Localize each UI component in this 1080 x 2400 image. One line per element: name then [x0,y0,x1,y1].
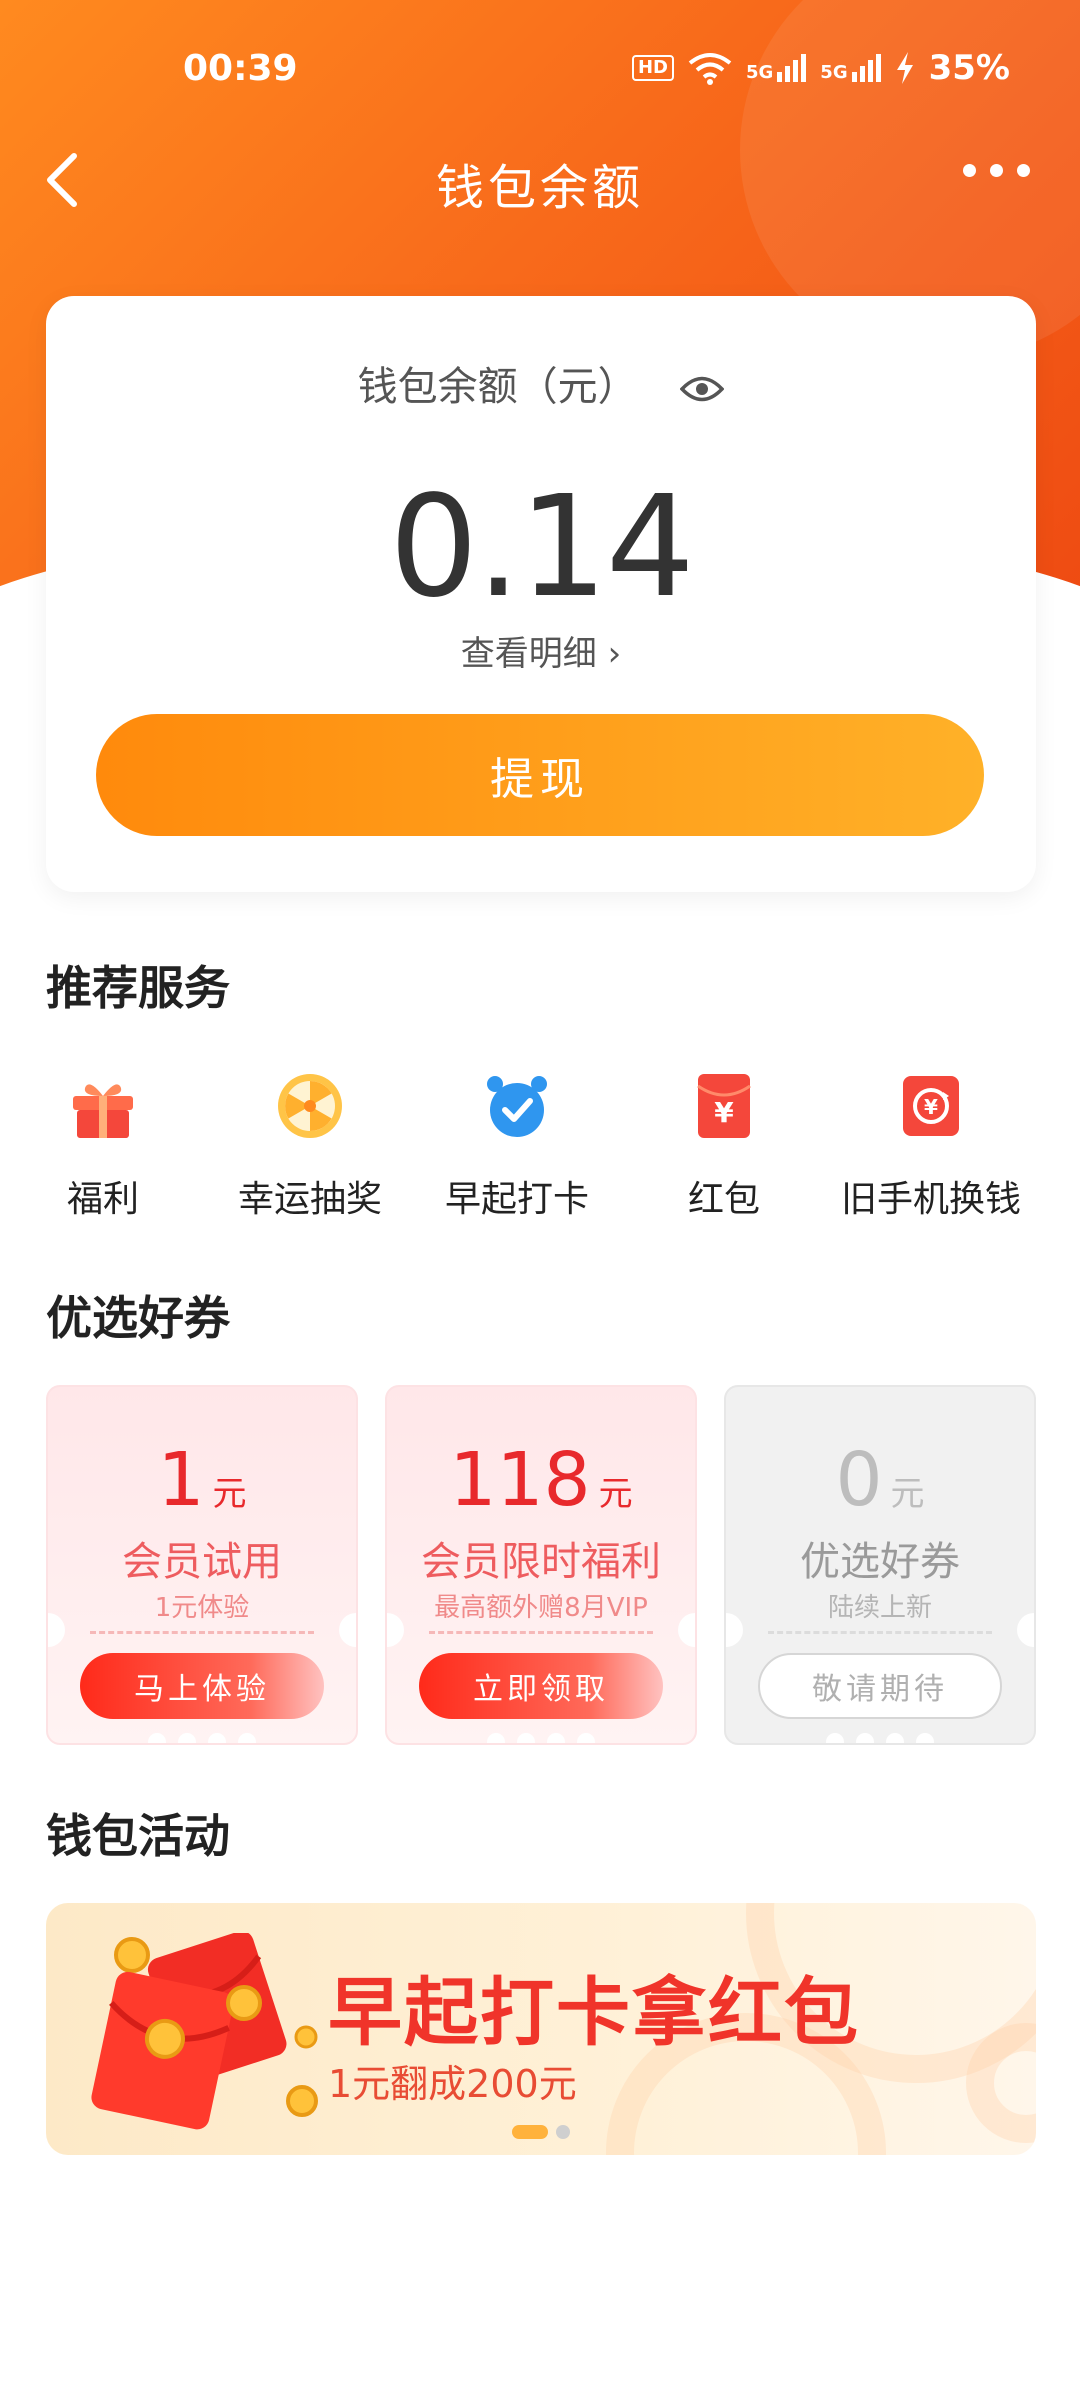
coupon-card[interactable]: 1元 会员试用 1元体验 马上体验 [46,1385,358,1745]
service-label: 早起打卡 [444,1179,589,1220]
signal-bars-1 [777,54,807,82]
gift-icon [73,1084,133,1138]
coupon-amount-row: 1元 [48,1437,356,1523]
wallet-balance-page: 00:39 HD 5G 5G 35% 钱包余额 钱包余额（元） 0.14 查看明… [0,0,1080,2400]
coupon-amount: 118 [449,1437,591,1523]
coupon-unit: 元 [890,1474,925,1514]
more-button[interactable] [963,164,1030,177]
coupon-divider [768,1631,992,1634]
activities-title: 钱包活动 [46,1809,230,1863]
alarm-clock-icon [487,1076,547,1137]
recommended-title: 推荐服务 [46,961,230,1015]
balance-card: 钱包余额（元） 0.14 查看明细 › 提现 [46,296,1036,892]
net-type-2: 5G [820,62,848,83]
coupon-name: 优选好券 [800,1539,960,1585]
coupon-edge-dots [148,1733,256,1743]
balance-label-row: 钱包余额（元） [46,354,1036,412]
coupon-amount-row: 0元 [726,1437,1034,1523]
coupon-card: 0元 优选好券 陆续上新 敬请期待 [724,1385,1036,1745]
coupon-divider [90,1631,314,1634]
more-dot-icon [1017,164,1030,177]
service-label: 幸运抽奖 [237,1179,382,1220]
coupons-title: 优选好券 [46,1291,230,1345]
service-item-lucky-draw[interactable]: 幸运抽奖 [200,1060,420,1222]
status-time: 00:39 [183,48,298,89]
coupon-edge-dots [826,1733,934,1743]
status-bar: 00:39 HD 5G 5G 35% [0,0,1080,140]
net-type-1: 5G [745,62,774,83]
try-now-button[interactable]: 马上体验 [80,1653,324,1719]
nav-bar: 钱包余额 [0,140,1080,230]
coupon-amount-row: 118 元 [387,1437,695,1523]
service-item-red-envelope[interactable]: ¥ 红包 [614,1060,834,1222]
coupon-name: 会员限时福利 [421,1539,661,1585]
charging-icon [896,52,913,84]
eye-icon[interactable] [680,374,725,404]
claim-now-button[interactable]: 立即领取 [419,1653,663,1719]
coupon-card[interactable]: 118 元 会员限时福利 最高额外赠8月VIP 立即领取 [385,1385,697,1745]
coupon-divider [429,1631,653,1634]
activity-banner[interactable]: 早起打卡拿红包 1元翻成200元 [46,1903,1036,2155]
withdraw-button[interactable]: 提现 [96,714,984,836]
red-envelope-icon: ¥ [697,1074,751,1138]
service-item-old-phone-trade[interactable]: ¥ 旧手机换钱 [821,1060,1041,1222]
page-title: 钱包余额 [435,160,644,216]
service-label: 福利 [66,1179,139,1220]
red-envelope-illustration [91,1933,318,2130]
more-dot-icon [990,164,1003,177]
coming-soon-button[interactable]: 敬请期待 [758,1653,1002,1719]
signal-2-icon: 5G [820,54,881,83]
service-label: 红包 [687,1179,760,1220]
coupon-unit: 元 [212,1474,247,1514]
balance-amount: 0.14 [389,466,695,629]
svg-text:¥: ¥ [924,1095,938,1119]
coupon-unit: 元 [598,1474,633,1514]
pager-dot[interactable] [556,2125,570,2139]
service-item-early-checkin[interactable]: 早起打卡 [407,1060,627,1222]
status-icons: HD 5G 5G 35% [631,48,1010,88]
coupon-edge-dots [487,1733,595,1743]
coupon-name: 会员试用 [122,1539,282,1585]
coupon-list: 1元 会员试用 1元体验 马上体验 118 元 会员限时福利 最高额外赠8月VIP… [46,1385,1036,1745]
wifi-icon [688,53,732,85]
banner-pager [512,2125,570,2139]
coupon-subtitle: 陆续上新 [827,1593,932,1623]
services-row: 福利 幸运抽奖 早起打卡 ¥ 红包 ¥ 旧手机换钱 [0,1060,1080,1240]
signal-1-icon: 5G [745,54,807,83]
balance-label: 钱包余额（元） [357,364,638,410]
svg-text:¥: ¥ [714,1096,734,1129]
hd-icon: HD [631,55,674,81]
service-item-welfare[interactable]: 福利 [0,1060,213,1222]
coupon-amount: 0 [835,1437,883,1523]
view-detail-link[interactable]: 查看明细 › [46,626,1036,675]
banner-title: 早起打卡拿红包 [328,1970,860,2056]
pager-dot-active [512,2125,548,2139]
signal-bars-2 [851,54,881,82]
battery-percent: 35% [928,48,1010,88]
lucky-wheel-icon [278,1074,342,1138]
recycle-money-icon: ¥ [903,1076,959,1136]
coupon-amount: 1 [157,1437,205,1523]
coupon-subtitle: 最高额外赠8月VIP [434,1593,648,1623]
coupon-subtitle: 1元体验 [154,1593,250,1623]
more-dot-icon [963,164,976,177]
banner-subtitle: 1元翻成200元 [328,2062,577,2106]
service-label: 旧手机换钱 [840,1179,1021,1220]
